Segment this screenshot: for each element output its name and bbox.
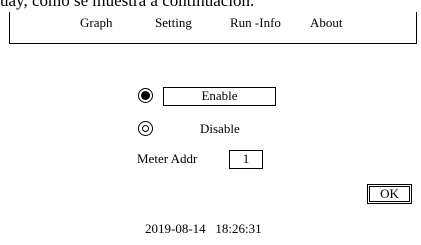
menu-bar: Graph Setting Run -Info About <box>0 15 421 33</box>
disable-radio[interactable] <box>138 121 153 136</box>
meter-addr-value: 1 <box>242 151 250 166</box>
disable-label: Disable <box>200 121 240 136</box>
ok-button-label: OK <box>369 186 410 202</box>
enable-radio[interactable] <box>138 88 153 103</box>
meter-addr-label: Meter Addr <box>137 151 198 166</box>
menu-item-setting[interactable]: Setting <box>155 15 192 31</box>
meter-addr-input[interactable]: 1 <box>229 150 263 169</box>
ok-button[interactable]: OK <box>367 184 412 204</box>
menu-item-run-info[interactable]: Run -Info <box>230 15 281 31</box>
menu-item-about[interactable]: About <box>310 15 343 31</box>
status-datetime: 2019-08-14 18:26:31 <box>145 221 262 236</box>
menu-item-graph[interactable]: Graph <box>80 15 113 31</box>
enable-option-box[interactable]: Enable <box>163 87 276 106</box>
page-caption-text: uay, como se muestra a continuación. <box>0 0 255 10</box>
enable-label: Enable <box>201 88 238 103</box>
